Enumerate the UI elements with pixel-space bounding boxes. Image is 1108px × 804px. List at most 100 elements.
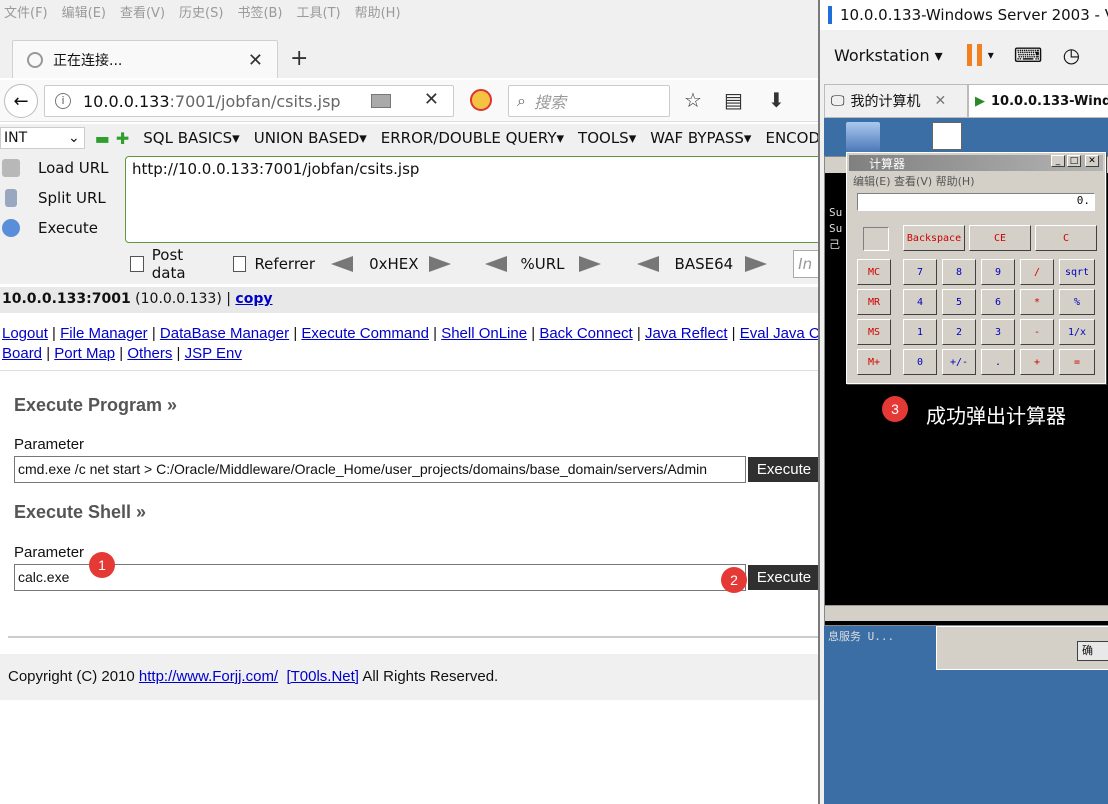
copy-link[interactable]: copy: [235, 291, 272, 307]
menu-help[interactable]: 帮助(H): [355, 2, 401, 21]
workstation-menu[interactable]: Workstation ▾: [834, 46, 943, 65]
menu-sql-basics[interactable]: SQL BASICS▾: [143, 129, 239, 147]
calc-key-backspace[interactable]: Backspace: [903, 225, 965, 251]
url-encode-icon[interactable]: [578, 256, 601, 272]
hackbar-type-select[interactable]: INT ⌄: [0, 127, 85, 149]
calc-key[interactable]: -: [1020, 319, 1054, 345]
snapshot-icon[interactable]: ◷: [1063, 43, 1080, 67]
calc-key[interactable]: /: [1020, 259, 1054, 285]
footer-link-t00ls[interactable]: [T00ls.Net]: [286, 668, 359, 685]
footer-link-forjj[interactable]: http://www.Forjj.com/: [139, 668, 278, 685]
hex-decode-icon[interactable]: [331, 256, 354, 272]
menu-tools[interactable]: TOOLS▾: [578, 129, 636, 147]
calc-key[interactable]: 5: [942, 289, 976, 315]
calc-key-c[interactable]: C: [1035, 225, 1097, 251]
base64-encode-icon[interactable]: [745, 256, 768, 272]
calc-key[interactable]: %: [1059, 289, 1095, 315]
nav-shell-online[interactable]: Shell OnLine: [441, 325, 527, 342]
close-tab-icon[interactable]: ✕: [248, 50, 263, 71]
stop-icon[interactable]: ✕: [424, 89, 439, 110]
calc-key[interactable]: MR: [857, 289, 891, 315]
calc-key[interactable]: +/-: [942, 349, 976, 375]
menu-union-based[interactable]: UNION BASED▾: [254, 129, 367, 147]
execute-hackbar-button[interactable]: Execute: [0, 214, 110, 242]
calc-key[interactable]: 7: [903, 259, 937, 285]
hex-encode-icon[interactable]: [428, 256, 451, 272]
menu-view[interactable]: 查看(V): [120, 2, 165, 21]
site-info-icon[interactable]: i: [55, 93, 71, 109]
calc-key[interactable]: 9: [981, 259, 1015, 285]
calc-key[interactable]: 3: [981, 319, 1015, 345]
nav-port-map[interactable]: Port Map: [54, 345, 115, 362]
nav-eval-java-code[interactable]: Eval Java Code: [740, 325, 820, 342]
nav-java-reflect[interactable]: Java Reflect: [645, 325, 728, 342]
calc-key[interactable]: sqrt: [1059, 259, 1095, 285]
calc-key[interactable]: +: [1020, 349, 1054, 375]
nav-logout[interactable]: Logout: [2, 325, 48, 342]
nav-execute-command[interactable]: Execute Command: [301, 325, 429, 342]
desktop-shortcut-icon[interactable]: [932, 122, 962, 150]
noscript-icon[interactable]: [470, 89, 492, 111]
send-ctrl-alt-del-icon[interactable]: ⌨: [1014, 43, 1043, 67]
calc-key[interactable]: 4: [903, 289, 937, 315]
nav-back-connect[interactable]: Back Connect: [539, 325, 632, 342]
calc-key[interactable]: 2: [942, 319, 976, 345]
increment-icon[interactable]: ✚: [116, 129, 129, 148]
calc-key[interactable]: *: [1020, 289, 1054, 315]
tab-my-computer[interactable]: 🖵 我的计算机 ✕: [824, 84, 968, 118]
execute-shell-button[interactable]: Execute: [748, 565, 820, 590]
url-bar[interactable]: i 10.0.0.133:7001/jobfan/csits.jsp ✕: [44, 85, 454, 117]
calc-key[interactable]: =: [1059, 349, 1095, 375]
calc-key[interactable]: M+: [857, 349, 891, 375]
nav-others[interactable]: Others: [127, 345, 172, 362]
nav-board[interactable]: Board: [2, 345, 42, 362]
menu-waf-bypass[interactable]: WAF BYPASS▾: [650, 129, 751, 147]
star-icon[interactable]: ☆: [684, 88, 702, 112]
dialog-ok-button[interactable]: 确: [1077, 641, 1108, 661]
decrement-icon[interactable]: ▬: [95, 129, 110, 148]
download-icon[interactable]: ⬇: [768, 88, 785, 112]
execute-program-button[interactable]: Execute: [748, 457, 820, 482]
menu-history[interactable]: 历史(S): [179, 2, 223, 21]
program-parameter-input[interactable]: cmd.exe /c net start > C:/Oracle/Middlew…: [14, 456, 746, 483]
calc-key[interactable]: 0: [903, 349, 937, 375]
post-data-checkbox[interactable]: [130, 256, 144, 272]
base64-decode-icon[interactable]: [636, 256, 659, 272]
nav-file-manager[interactable]: File Manager: [60, 325, 148, 342]
menu-file[interactable]: 文件(F): [4, 2, 48, 21]
close-tab-icon[interactable]: ✕: [935, 93, 947, 109]
page-action-icon[interactable]: [371, 94, 391, 108]
new-tab-button[interactable]: +: [290, 46, 308, 71]
menu-tools[interactable]: 工具(T): [297, 2, 341, 21]
menu-error-double-query[interactable]: ERROR/DOUBLE QUERY▾: [381, 129, 564, 147]
calc-key[interactable]: 8: [942, 259, 976, 285]
url-decode-icon[interactable]: [484, 256, 507, 272]
calc-key[interactable]: .: [981, 349, 1015, 375]
load-url-button[interactable]: Load URL: [0, 154, 110, 182]
reader-list-icon[interactable]: ▤: [724, 88, 743, 112]
cmd-scrollbar[interactable]: [825, 605, 1108, 621]
calc-key[interactable]: 1: [903, 319, 937, 345]
nav-jsp-env[interactable]: JSP Env: [185, 345, 242, 362]
menu-encoding[interactable]: ENCOD: [765, 129, 820, 147]
calc-key[interactable]: MS: [857, 319, 891, 345]
my-computer-desktop-icon[interactable]: [846, 122, 880, 152]
split-url-button[interactable]: Split URL: [0, 184, 110, 212]
calc-key[interactable]: 1/x: [1059, 319, 1095, 345]
menu-edit[interactable]: 编辑(E): [62, 2, 106, 21]
calc-key[interactable]: 6: [981, 289, 1015, 315]
referrer-checkbox[interactable]: [232, 256, 247, 272]
calc-key-ce[interactable]: CE: [969, 225, 1031, 251]
shell-parameter-input[interactable]: calc.exe: [14, 564, 746, 591]
calculator-menu[interactable]: 编辑(E) 查看(V) 帮助(H): [853, 173, 975, 189]
chevron-down-icon[interactable]: ▾: [988, 48, 994, 62]
pause-icon[interactable]: [966, 44, 982, 66]
nav-database-manager[interactable]: DataBase Manager: [160, 325, 289, 342]
tab-vm[interactable]: ▶ 10.0.0.133-Windo: [968, 84, 1108, 118]
maximize-icon[interactable]: □: [1067, 155, 1081, 167]
menu-bookmarks[interactable]: 书签(B): [237, 2, 282, 21]
search-box[interactable]: ⌕ 搜索: [508, 85, 670, 117]
close-icon[interactable]: ✕: [1085, 155, 1099, 167]
tab-current[interactable]: 正在连接... ✕: [12, 40, 278, 78]
insert-string-field[interactable]: In: [793, 250, 820, 278]
